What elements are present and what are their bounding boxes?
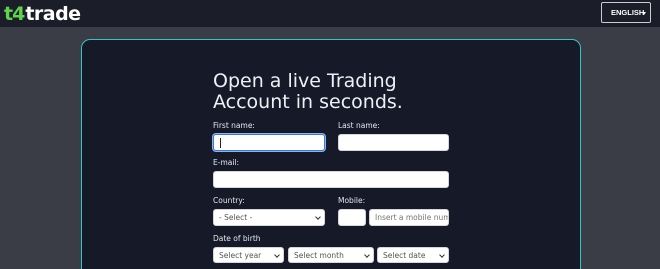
country-value: - Select -: [219, 213, 253, 222]
date-value: Select date: [383, 250, 426, 260]
top-bar: t4 trade ENGLISH: [0, 0, 660, 27]
chevron-down-icon: [364, 252, 370, 258]
first-name-input[interactable]: [213, 134, 325, 151]
month-value: Select month: [294, 250, 344, 260]
country-label: Country:: [213, 196, 245, 205]
t4trade-logo[interactable]: t4 trade: [4, 3, 81, 25]
mobile-label: Mobile:: [338, 196, 366, 205]
dob-label: Date of birth: [213, 234, 261, 243]
caret-down-icon: [642, 12, 646, 15]
language-selector[interactable]: ENGLISH: [601, 2, 651, 23]
email-label: E-mail:: [213, 158, 240, 167]
birth-year-select[interactable]: Select year: [213, 247, 284, 263]
mobile-placeholder: Insert a mobile number: [375, 213, 449, 222]
chevron-down-icon: [274, 252, 280, 258]
text-cursor: [220, 137, 221, 148]
chevron-down-icon: [439, 252, 445, 258]
last-name-input[interactable]: [338, 134, 449, 151]
language-label: ENGLISH: [611, 8, 645, 17]
form-title: Open a live Trading Account in seconds.: [213, 70, 403, 113]
first-name-label: First name:: [213, 121, 255, 130]
birth-month-select[interactable]: Select month: [288, 247, 374, 263]
birth-date-select[interactable]: Select date: [377, 247, 449, 263]
mobile-prefix-input[interactable]: [338, 209, 366, 226]
country-select[interactable]: - Select -: [213, 209, 325, 226]
chevron-down-icon: [315, 214, 321, 220]
last-name-label: Last name:: [338, 121, 380, 130]
logo-text: trade: [25, 3, 81, 25]
email-input[interactable]: [213, 171, 449, 188]
year-value: Select year: [219, 250, 262, 260]
logo-mark: t4: [4, 3, 25, 25]
mobile-number-input[interactable]: Insert a mobile number: [369, 209, 449, 226]
